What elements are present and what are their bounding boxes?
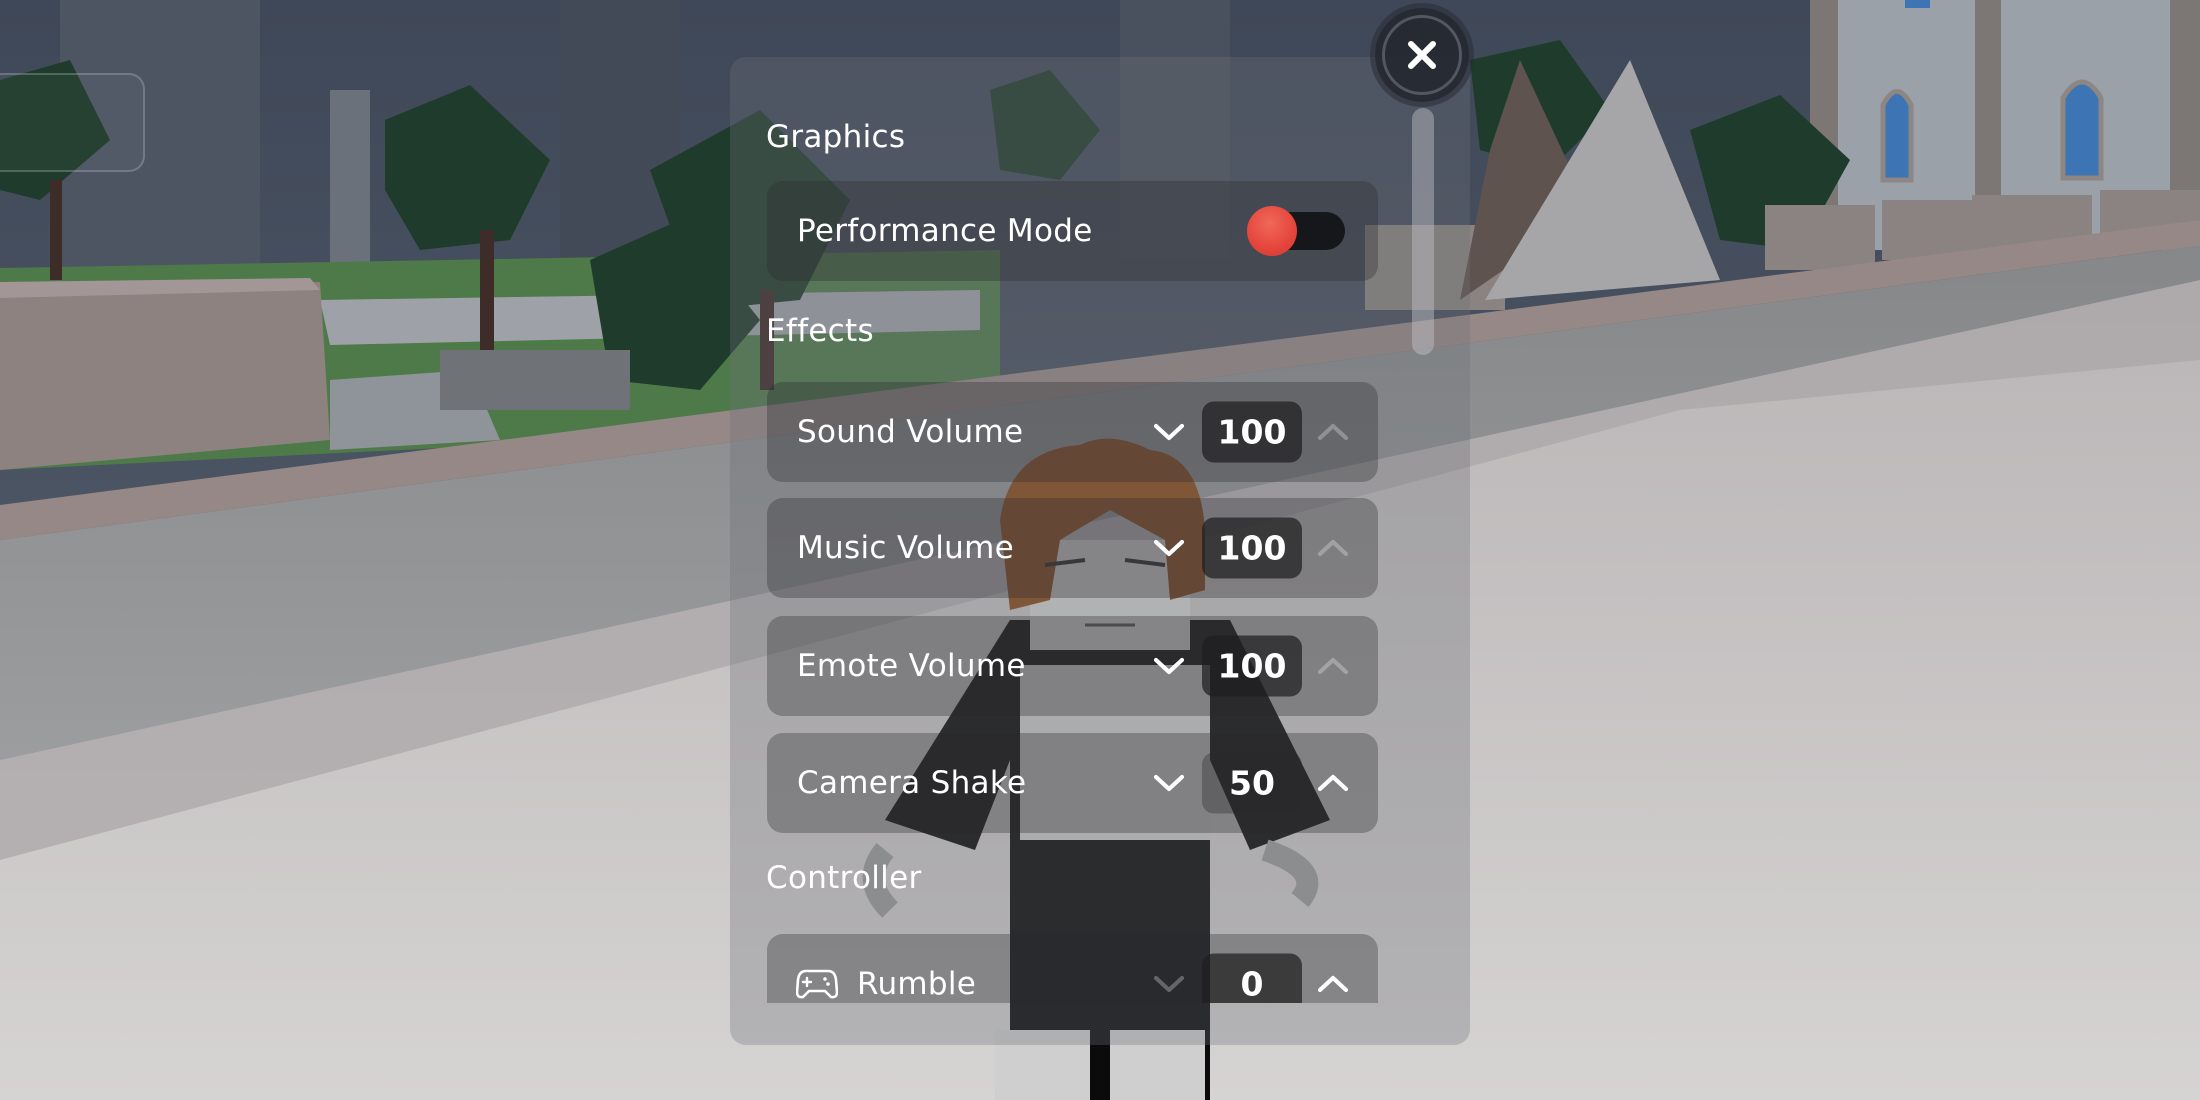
increase-button[interactable] [1313, 646, 1353, 686]
value-display: 50 [1202, 752, 1302, 814]
value-display: 100 [1202, 401, 1302, 463]
toggle-knob [1247, 206, 1297, 256]
increase-button[interactable] [1313, 964, 1353, 1003]
decrease-button[interactable] [1149, 763, 1189, 803]
settings-panel: Graphics Performance Mode Effects Sound … [730, 57, 1470, 1045]
section-title-controller: Controller [766, 860, 922, 896]
chevron-down-icon [1153, 423, 1185, 441]
roblox-menu-button[interactable] [0, 73, 145, 172]
decrease-button[interactable] [1149, 646, 1189, 686]
decrease-button[interactable] [1149, 412, 1189, 452]
chevron-up-icon [1317, 423, 1349, 441]
setting-label: Performance Mode [797, 213, 1093, 249]
value-display: 0 [1202, 953, 1302, 1003]
setting-row-emote-volume: Emote Volume 100 [767, 616, 1378, 716]
chevron-down-icon [1153, 539, 1185, 557]
gamepad-icon [796, 969, 838, 999]
chevron-down-icon [1153, 975, 1185, 993]
setting-row-rumble: Rumble 0 [767, 934, 1378, 1003]
settings-scrollbar[interactable] [1412, 108, 1434, 355]
setting-label: Music Volume [797, 530, 1014, 566]
settings-scroll-area[interactable]: Graphics Performance Mode Effects Sound … [730, 57, 1470, 1003]
increase-button[interactable] [1313, 412, 1353, 452]
decrease-button[interactable] [1149, 528, 1189, 568]
close-icon [1408, 41, 1436, 69]
setting-label: Emote Volume [797, 648, 1026, 684]
performance-mode-toggle[interactable] [1247, 206, 1347, 256]
setting-row-music-volume: Music Volume 100 [767, 498, 1378, 598]
setting-label: Rumble [857, 966, 977, 1002]
chevron-up-icon [1317, 774, 1349, 792]
chevron-down-icon [1153, 657, 1185, 675]
increase-button[interactable] [1313, 528, 1353, 568]
decrease-button[interactable] [1149, 964, 1189, 1003]
setting-label: Camera Shake [797, 765, 1027, 801]
setting-label: Sound Volume [797, 414, 1024, 450]
close-button[interactable] [1375, 8, 1469, 102]
chevron-up-icon [1317, 657, 1349, 675]
value-display: 100 [1202, 635, 1302, 697]
section-title-effects: Effects [766, 313, 874, 349]
setting-row-performance-mode: Performance Mode [767, 181, 1378, 281]
section-title-graphics: Graphics [766, 119, 906, 155]
chevron-up-icon [1317, 975, 1349, 993]
increase-button[interactable] [1313, 763, 1353, 803]
setting-row-camera-shake: Camera Shake 50 [767, 733, 1378, 833]
chevron-up-icon [1317, 539, 1349, 557]
setting-row-sound-volume: Sound Volume 100 [767, 382, 1378, 482]
chevron-down-icon [1153, 774, 1185, 792]
value-display: 100 [1202, 517, 1302, 579]
